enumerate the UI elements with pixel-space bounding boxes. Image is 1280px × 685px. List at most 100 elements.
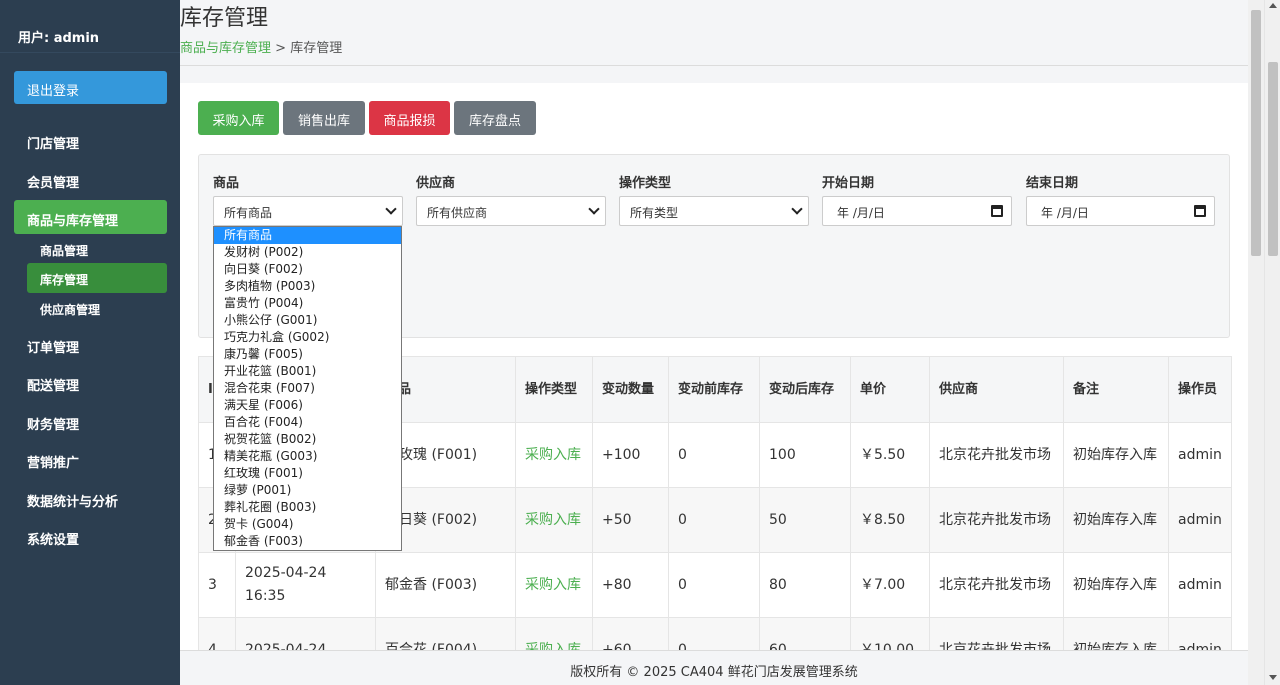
sidebar-subitem-suppliers[interactable]: 供应商管理 [27, 293, 167, 323]
cell-note: 初始库存入库 [1063, 552, 1169, 618]
col-price: 单价 [850, 356, 930, 423]
end-date-label: 结束日期 [1026, 176, 1079, 191]
dropdown-option[interactable]: 小熊公仔 (G001) [214, 312, 401, 329]
logout-button[interactable]: 退出登录 [14, 71, 167, 104]
cell-id: 4 [198, 617, 236, 650]
cell-qty: +50 [592, 487, 669, 553]
dropdown-option[interactable]: 红玫瑰 (F001) [214, 465, 401, 482]
dropdown-option[interactable]: 祝贺花篮 (B002) [214, 431, 401, 448]
cell-qty: +60 [592, 617, 669, 650]
end-date-value: 年 /月/日 [1041, 206, 1089, 220]
dropdown-option[interactable]: 向日葵 (F002) [214, 261, 401, 278]
cell-after: 80 [759, 552, 851, 618]
scroll-up-arrow-icon[interactable] [1269, 3, 1277, 8]
dropdown-option[interactable]: 巧克力礼盒 (G002) [214, 329, 401, 346]
dropdown-option[interactable]: 所有商品 [214, 227, 401, 244]
cell-id: 3 [198, 552, 236, 618]
stocktake-button[interactable]: 库存盘点 [454, 101, 536, 135]
cell-price: ￥5.50 [850, 422, 930, 488]
sidebar-subitem-products[interactable]: 商品管理 [27, 234, 167, 264]
optype-filter-label: 操作类型 [619, 176, 672, 191]
breadcrumb-current: 库存管理 [290, 41, 343, 56]
calendar-icon[interactable] [1194, 205, 1206, 217]
cell-supplier: 北京花卉批发市场 [929, 487, 1064, 553]
start-date-value: 年 /月/日 [837, 206, 885, 220]
cell-before: 0 [668, 617, 760, 650]
cell-product: 郁金香 (F003) [375, 552, 516, 618]
breadcrumb: 商品与库存管理 > 库存管理 [180, 37, 342, 56]
dropdown-option[interactable]: 满天星 (F006) [214, 397, 401, 414]
sidebar-item-products-inventory[interactable]: 商品与库存管理 [14, 200, 167, 234]
dropdown-option[interactable]: 百合花 (F004) [214, 414, 401, 431]
sidebar-item-stores[interactable]: 门店管理 [14, 123, 167, 157]
cell-qty: +80 [592, 552, 669, 618]
cell-time: 2025-04-24 [235, 617, 376, 650]
sidebar: 用户: admin 退出登录 门店管理 会员管理 商品与库存管理 商品管理 库存… [0, 0, 180, 685]
breadcrumb-link[interactable]: 商品与库存管理 [180, 41, 271, 56]
chevron-down-icon [791, 203, 803, 215]
dropdown-option[interactable]: 郁金香 (F003) [214, 533, 401, 550]
breadcrumb-separator: > [271, 41, 291, 56]
col-operator: 操作员 [1168, 356, 1232, 423]
dropdown-option[interactable]: 混合花束 (F007) [214, 380, 401, 397]
sidebar-subitem-inventory[interactable]: 库存管理 [27, 263, 167, 293]
cell-type: 采购入库 [515, 487, 593, 553]
optype-select-value: 所有类型 [630, 206, 679, 220]
current-user: 用户: admin [0, 0, 180, 53]
cell-type: 采购入库 [515, 552, 593, 618]
cell-time: 2025-04-24 16:35 [235, 552, 376, 618]
cell-price: ￥8.50 [850, 487, 930, 553]
dropdown-option[interactable]: 发财树 (P002) [214, 244, 401, 261]
sidebar-item-settings[interactable]: 系统设置 [14, 519, 167, 553]
sidebar-item-orders[interactable]: 订单管理 [14, 327, 167, 361]
table-row: 4 2025-04-24 百合花 (F004) 采购入库 +60 0 60 ￥1… [198, 617, 1232, 650]
dropdown-option[interactable]: 葬礼花圈 (B003) [214, 499, 401, 516]
footer: 版权所有 © 2025 CA404 鲜花门店发展管理系统 [180, 650, 1248, 685]
col-note: 备注 [1063, 356, 1169, 423]
cell-price: ￥10.00 [850, 617, 930, 650]
scrap-button[interactable]: 商品报损 [369, 101, 450, 135]
cell-product: 百合花 (F004) [375, 617, 516, 650]
calendar-icon[interactable] [991, 205, 1003, 217]
page-scrollbar[interactable] [1248, 0, 1264, 685]
purchase-in-button[interactable]: 采购入库 [198, 101, 279, 135]
page-header: 库存管理 商品与库存管理 > 库存管理 [180, 0, 1248, 66]
scroll-down-arrow-icon[interactable] [1269, 675, 1277, 680]
window-scrollbar-thumb[interactable] [1268, 62, 1278, 256]
dropdown-option[interactable]: 康乃馨 (F005) [214, 346, 401, 363]
start-date-input[interactable]: 年 /月/日 [822, 196, 1012, 226]
col-type: 操作类型 [515, 356, 593, 423]
cell-operator: admin [1168, 487, 1232, 553]
dropdown-option[interactable]: 绿萝 (P001) [214, 482, 401, 499]
end-date-input[interactable]: 年 /月/日 [1026, 196, 1215, 226]
col-qty: 变动数量 [592, 356, 669, 423]
dropdown-option[interactable]: 贺卡 (G004) [214, 516, 401, 533]
dropdown-option[interactable]: 富贵竹 (P004) [214, 295, 401, 312]
cell-before: 0 [668, 487, 760, 553]
optype-select[interactable]: 所有类型 [619, 196, 809, 226]
dropdown-option[interactable]: 多肉植物 (P003) [214, 278, 401, 295]
product-select-dropdown[interactable]: 所有商品 发财树 (P002) 向日葵 (F002) 多肉植物 (P003) 富… [213, 226, 402, 551]
sidebar-item-finance[interactable]: 财务管理 [14, 404, 167, 438]
sidebar-item-delivery[interactable]: 配送管理 [14, 365, 167, 399]
product-filter-label: 商品 [213, 176, 240, 191]
supplier-filter-label: 供应商 [416, 176, 456, 191]
page-scrollbar-thumb[interactable] [1251, 10, 1261, 256]
cell-note: 初始库存入库 [1063, 422, 1169, 488]
cell-operator: admin [1168, 552, 1232, 618]
product-select[interactable]: 所有商品 [213, 196, 403, 226]
dropdown-option[interactable]: 开业花篮 (B001) [214, 363, 401, 380]
table-row: 3 2025-04-24 16:35 郁金香 (F003) 采购入库 +80 0… [198, 552, 1232, 618]
sidebar-item-analytics[interactable]: 数据统计与分析 [14, 481, 167, 515]
supplier-select[interactable]: 所有供应商 [416, 196, 606, 226]
cell-after: 50 [759, 487, 851, 553]
cell-type: 采购入库 [515, 617, 593, 650]
cell-after: 100 [759, 422, 851, 488]
sidebar-item-marketing[interactable]: 营销推广 [14, 442, 167, 476]
cell-supplier: 北京花卉批发市场 [929, 617, 1064, 650]
cell-after: 60 [759, 617, 851, 650]
sales-out-button[interactable]: 销售出库 [283, 101, 365, 135]
dropdown-option[interactable]: 精美花瓶 (G003) [214, 448, 401, 465]
window-scrollbar[interactable] [1264, 0, 1280, 685]
sidebar-item-members[interactable]: 会员管理 [14, 162, 167, 196]
